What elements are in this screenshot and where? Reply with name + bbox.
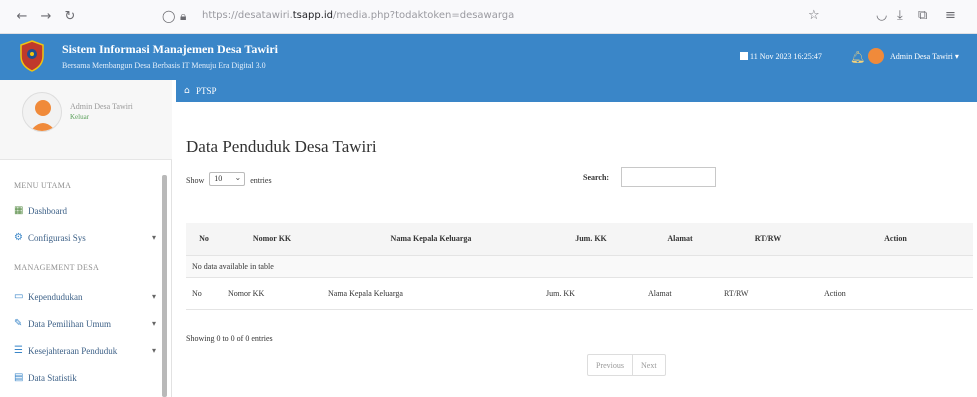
chevron-down-icon: ▾ bbox=[151, 233, 156, 242]
search-input[interactable] bbox=[621, 167, 716, 187]
bookmark-star-icon[interactable]: ☆ bbox=[808, 8, 820, 23]
data-table: No Nomor KK Nama Kepala Keluarga Jum. KK… bbox=[186, 223, 973, 310]
chevron-down-icon: ▾ bbox=[151, 319, 156, 328]
col-header-no[interactable]: No bbox=[186, 223, 222, 256]
sidebar-scrollbar[interactable] bbox=[162, 175, 167, 397]
search-label: Search: bbox=[583, 173, 610, 182]
col-header-alamat[interactable]: Alamat bbox=[642, 223, 718, 256]
home-icon[interactable]: ⌂ bbox=[184, 86, 190, 96]
browser-toolbar: ← → ↻ ◯ 🔒︎ https://desatawiri.tsapp.id/m… bbox=[0, 0, 977, 34]
table-footer-row: No Nomor KK Nama Kepala Keluarga Jum. KK… bbox=[186, 277, 973, 310]
forward-icon[interactable]: → bbox=[38, 9, 54, 25]
header-avatar[interactable] bbox=[868, 48, 884, 64]
table-row: No data available in table bbox=[186, 255, 973, 278]
lock-icon: 🔒︎ bbox=[180, 9, 187, 23]
chevron-down-icon: ▾ bbox=[151, 292, 156, 301]
footer-nama-kepala: Nama Kepala Keluarga bbox=[322, 277, 540, 310]
app-subtitle: Bersama Membangun Desa Berbasis IT Menuj… bbox=[62, 61, 266, 70]
profile-name: Admin Desa Tawiri bbox=[70, 102, 133, 111]
header-datetime: 11 Nov 2023 16:25:47 bbox=[740, 52, 822, 61]
pocket-icon[interactable]: ◡ bbox=[876, 8, 887, 23]
sidebar-item-dashboard[interactable]: ▦ Dashboard bbox=[0, 197, 162, 225]
footer-action: Action bbox=[818, 277, 973, 310]
sidebar-item-pemilu[interactable]: ✎ Data Pemilihan Umum ▾ bbox=[0, 310, 162, 338]
list-icon: ☰ bbox=[14, 345, 23, 356]
menu-icon[interactable]: ≡ bbox=[945, 8, 956, 23]
col-header-nomor-kk[interactable]: Nomor KK bbox=[222, 223, 322, 256]
menu-section-main: MENU UTAMA bbox=[14, 181, 72, 190]
sidebar-item-kependudukan[interactable]: ▭ Kependudukan ▾ bbox=[0, 283, 162, 311]
breadcrumb: ⌂ PTSP bbox=[176, 80, 977, 102]
sidebar-item-statistik[interactable]: ▤ Data Statistik bbox=[0, 364, 162, 392]
footer-rt-rw: RT/RW bbox=[718, 277, 818, 310]
download-icon[interactable]: ⤓ bbox=[897, 8, 903, 23]
footer-jum-kk: Jum. KK bbox=[540, 277, 642, 310]
sidebar-profile: Admin Desa Tawiri Keluar bbox=[0, 80, 172, 160]
sidebar: Admin Desa Tawiri Keluar MENU UTAMA ▦ Da… bbox=[0, 80, 172, 397]
logout-link[interactable]: Keluar bbox=[70, 113, 89, 121]
village-emblem-icon bbox=[20, 40, 44, 72]
empty-table-message: No data available in table bbox=[186, 255, 973, 278]
entries-length-control: Show 10 ⌄ entries bbox=[186, 172, 272, 186]
col-header-rt-rw[interactable]: RT/RW bbox=[718, 223, 818, 256]
notification-bell-icon[interactable]: 🔔︎ bbox=[850, 50, 865, 64]
calendar-icon bbox=[740, 52, 748, 60]
footer-nomor-kk: Nomor KK bbox=[222, 277, 322, 310]
sidebar-item-kesejahteraan[interactable]: ☰ Kesejahteraan Penduduk ▾ bbox=[0, 337, 162, 365]
reload-icon[interactable]: ↻ bbox=[62, 9, 78, 25]
breadcrumb-current[interactable]: PTSP bbox=[196, 86, 217, 96]
shield-icon: ◯ bbox=[162, 9, 176, 23]
chart-icon: ▤ bbox=[14, 372, 24, 383]
address-bar[interactable]: ◯ 🔒︎ https://desatawiri.tsapp.id/media.p… bbox=[158, 6, 848, 28]
chevron-down-icon: ⌄ bbox=[234, 173, 242, 182]
dashboard-icon: ▦ bbox=[14, 205, 24, 216]
table-header-row: No Nomor KK Nama Kepala Keluarga Jum. KK… bbox=[186, 223, 973, 256]
chevron-down-icon: ▾ bbox=[151, 346, 156, 355]
col-header-nama-kepala[interactable]: Nama Kepala Keluarga bbox=[322, 223, 540, 256]
next-button[interactable]: Next bbox=[632, 355, 665, 375]
sidebar-item-configurasi[interactable]: ⚙ Configurasi Sys ▾ bbox=[0, 224, 162, 252]
footer-no: No bbox=[186, 277, 222, 310]
pagination: Previous Next bbox=[587, 354, 666, 376]
col-header-jum-kk[interactable]: Jum. KK bbox=[540, 223, 642, 256]
edit-icon: ✎ bbox=[14, 318, 23, 329]
entries-select[interactable]: 10 ⌄ bbox=[209, 172, 246, 186]
id-card-icon: ▭ bbox=[14, 291, 24, 302]
extensions-icon[interactable]: ⧉ bbox=[918, 8, 927, 23]
profile-avatar bbox=[22, 92, 62, 132]
url-text[interactable]: https://desatawiri.tsapp.id/media.php?to… bbox=[202, 10, 514, 21]
app-title: Sistem Informasi Manajemen Desa Tawiri bbox=[62, 42, 278, 56]
footer-alamat: Alamat bbox=[642, 277, 718, 310]
user-menu[interactable]: Admin Desa Tawiri ▾ bbox=[890, 52, 959, 61]
table-info: Showing 0 to 0 of 0 entries bbox=[186, 334, 273, 343]
app-header: Sistem Informasi Manajemen Desa Tawiri B… bbox=[0, 34, 977, 80]
previous-button[interactable]: Previous bbox=[588, 355, 632, 375]
page-title: Data Penduduk Desa Tawiri bbox=[186, 137, 377, 156]
back-icon[interactable]: ← bbox=[14, 9, 30, 25]
menu-section-manage: MANAGEMENT DESA bbox=[14, 263, 100, 272]
col-header-action[interactable]: Action bbox=[818, 223, 973, 256]
cogs-icon: ⚙ bbox=[14, 232, 23, 243]
